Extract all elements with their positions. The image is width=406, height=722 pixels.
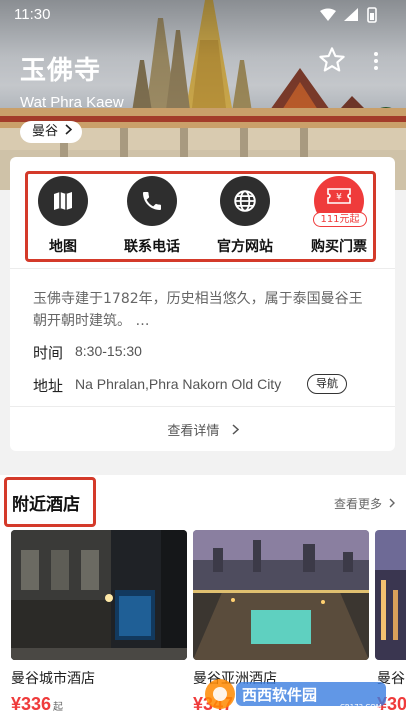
chevron-right-icon: [389, 497, 395, 511]
attraction-description[interactable]: 玉佛寺建于1782年，历史相当悠久，属于泰国曼谷王朝开朝时建筑。 …: [33, 288, 373, 332]
more-options-icon[interactable]: [370, 50, 382, 72]
divider: [10, 268, 395, 269]
ticket-price-badge: 111元起: [313, 212, 367, 227]
hotel-price-value: ¥336: [11, 694, 52, 714]
hotel-photo[interactable]: [193, 530, 369, 660]
globe-icon: [220, 176, 270, 226]
hotel-price: ¥336 起: [11, 694, 63, 715]
hotel-name[interactable]: 曼谷城市酒店: [11, 668, 95, 688]
hours-value: 8:30-15:30: [75, 343, 142, 359]
chevron-right-icon: [232, 424, 239, 439]
phone-icon: [127, 176, 177, 226]
hours-label: 时间: [33, 344, 64, 362]
see-more-link[interactable]: 查看更多: [334, 495, 395, 512]
svg-text:西西软件园: 西西软件园: [242, 686, 317, 704]
site-watermark-logo: 西西软件园 CR173.COM: [200, 676, 390, 712]
view-details-link[interactable]: 查看详情: [0, 420, 406, 439]
website-button[interactable]: 官方网站: [203, 176, 287, 256]
svg-text:CR173.COM: CR173.COM: [340, 703, 382, 711]
chevron-right-icon: [65, 124, 73, 139]
navigate-button[interactable]: 导航: [307, 374, 347, 394]
address-label: 地址: [33, 377, 64, 395]
wifi-signal-battery-icon: [320, 7, 377, 23]
map-label: 地图: [49, 239, 77, 255]
phone-button[interactable]: 联系电话: [110, 176, 194, 256]
hotel-photo[interactable]: [11, 530, 187, 660]
status-time: 11:30: [14, 6, 51, 23]
see-more-label: 查看更多: [334, 497, 383, 511]
website-label: 官方网站: [217, 239, 273, 255]
map-icon: [38, 176, 88, 226]
phone-label: 联系电话: [124, 239, 180, 255]
divider: [10, 406, 395, 407]
city-chip[interactable]: 曼谷: [20, 121, 83, 143]
svg-text:¥: ¥: [336, 193, 342, 203]
address-value: Na Phralan,Phra Nakorn Old City: [75, 376, 282, 392]
view-details-label: 查看详情: [167, 424, 220, 439]
attraction-detail-screen: 11:30 玉佛寺 Wat Phra Kaew 曼谷 地图 联系电话 官方网站 …: [0, 0, 406, 722]
hotel-photo[interactable]: [375, 530, 406, 660]
map-button[interactable]: 地图: [21, 176, 105, 256]
buy-ticket-label: 购买门票: [311, 239, 367, 255]
attraction-name: 玉佛寺: [20, 56, 102, 86]
system-icons: [318, 7, 380, 27]
favorite-star-icon[interactable]: [318, 46, 346, 74]
nearby-hotels-title: 附近酒店: [12, 495, 80, 515]
attraction-english-name: Wat Phra Kaew: [20, 94, 124, 111]
price-from-suffix: 起: [53, 702, 64, 713]
city-label: 曼谷: [32, 124, 59, 139]
status-bar: 11:30: [0, 0, 406, 30]
